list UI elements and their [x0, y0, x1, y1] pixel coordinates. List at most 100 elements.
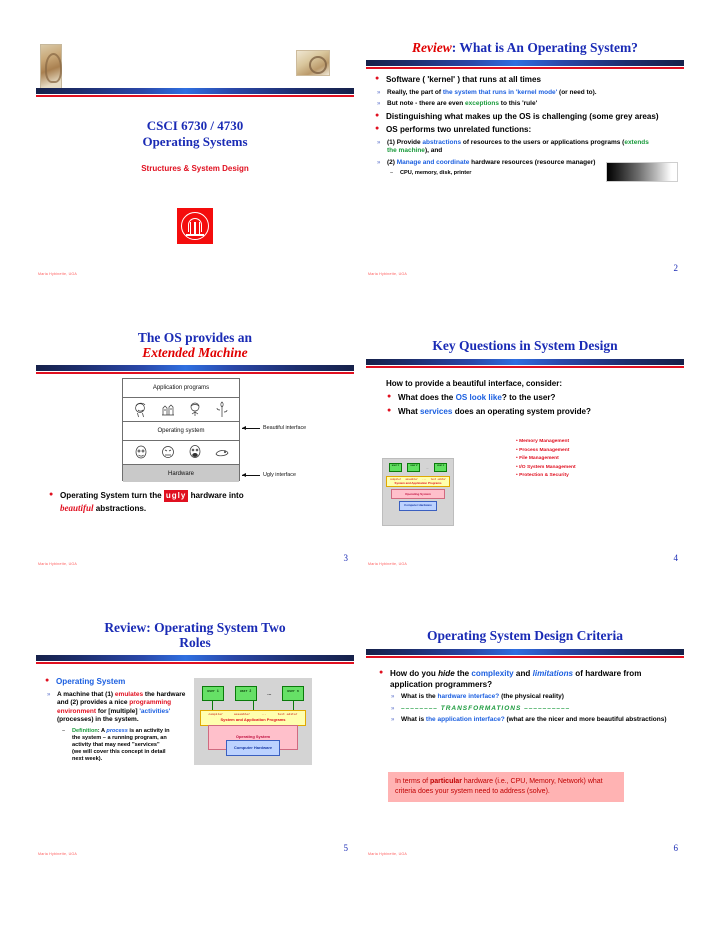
slide-page-number: 6: [673, 843, 679, 853]
tool-label: compiler: [208, 713, 223, 716]
title-line-2: Extended Machine: [142, 345, 248, 360]
bullet-two-functions: OS performs two unrelated functions:: [374, 124, 678, 136]
decorative-photo-left-icon: [40, 44, 62, 90]
slide-3-title: The OS provides an Extended Machine: [30, 330, 360, 360]
slide-2-body: Software ( 'kernel' ) that runs at all t…: [360, 66, 690, 177]
grey-area-gradient-icon: [606, 162, 678, 182]
sketch-ugly-creature-icon: [215, 450, 228, 457]
sketch-face-icon: [134, 402, 145, 418]
annotation-ugly-interface: Ugly interface: [242, 472, 296, 478]
user-box: user n: [434, 463, 448, 472]
title-line-2: Roles: [179, 635, 211, 650]
slide-footer-credit: Maria Hybinette, UGA: [368, 852, 407, 856]
course-code: CSCI 6730 / 4730: [146, 118, 244, 133]
bottom-mid-text: hardware into: [188, 491, 244, 500]
sketch-ugly-face-2-icon: [161, 446, 174, 458]
annotation-beautiful-interface: Beautiful interface: [242, 425, 306, 431]
course-name: Operating Systems: [142, 134, 248, 149]
slide-page-number: 5: [343, 843, 349, 853]
slide-footer-credit: Maria Hybinette, UGA: [38, 272, 77, 276]
computer-hardware-box: Computer Hardware: [399, 501, 437, 511]
slide-footer-credit: Maria Hybinette, UGA: [368, 272, 407, 276]
slide-6-design-criteria: Operating System Design Criteria How do …: [360, 620, 690, 860]
slide-2-title: Review: What is An Operating System?: [360, 40, 690, 55]
uga-arch-logo-icon: [177, 208, 213, 244]
title-line-1: Review: Operating System Two: [104, 620, 286, 635]
slide-1-course-title: CSCI 6730 / 4730 Operating Systems: [30, 118, 360, 150]
programs-label: System and Application Programs: [220, 717, 286, 722]
title-review-word: Review: [412, 40, 452, 55]
sketch-ugly-face-1-icon: [135, 445, 146, 459]
bullet-application-interface: What is the application interface? (what…: [388, 716, 676, 725]
ellipsis-label: ...: [267, 690, 272, 697]
tool-label: text editor: [277, 713, 298, 716]
tool-label: ...: [261, 713, 267, 716]
ugly-sketches-row: [123, 441, 239, 465]
bullet-provide-abstractions: (1) Provide abstractions of resources to…: [374, 139, 678, 156]
slide-divider-bar: [366, 359, 684, 368]
bottom-tail-text: abstractions.: [93, 504, 147, 513]
slide-divider-bar: [36, 88, 354, 97]
heading-operating-system: Operating System: [44, 676, 190, 688]
slide-4-title: Key Questions in System Design: [432, 338, 618, 353]
slide-divider-bar: [366, 60, 684, 69]
slide-2-review-what-is-os: Review: What is An Operating System? Sof…: [360, 40, 690, 280]
bottom-lead-text: Operating System turn the: [60, 491, 164, 500]
slide-footer-credit: Maria Hybinette, UGA: [38, 562, 77, 566]
user-box: user n: [282, 686, 304, 701]
service-item: Memory Management: [516, 438, 576, 447]
tools-row: compiler assembler ... text editor: [203, 713, 303, 716]
callout-bold: particular: [430, 778, 462, 785]
layer-application-programs: Application programs: [123, 379, 239, 398]
slide-5-two-roles: Review: Operating System Two Roles Opera…: [30, 620, 360, 860]
bullet-exceptions: But note - there are even exceptions to …: [374, 100, 678, 109]
slide-5-title: Review: Operating System Two Roles: [30, 620, 360, 650]
slide-footer-credit: Maria Hybinette, UGA: [368, 562, 407, 566]
slide-1-title: CSCI 6730 / 4730 Operating Systems Struc…: [30, 40, 360, 280]
system-application-programs-box: compiler assembler ... text editor Syste…: [200, 710, 306, 726]
user-box: user 1: [202, 686, 224, 701]
slide-6-body: How do you hide the complexity and limit…: [360, 655, 690, 725]
user-box: user 1: [388, 463, 402, 472]
diagram-users-row: user 1 user 2 ... user n: [383, 459, 453, 472]
bullet-hide-complexity: How do you hide the complexity and limit…: [378, 668, 676, 690]
ugly-word: ugly: [163, 490, 189, 502]
computer-hardware-box: Computer Hardware: [226, 740, 280, 756]
slide-divider-bar: [36, 365, 354, 374]
ellipsis-label: ...: [426, 465, 429, 470]
slide-divider-bar: [36, 655, 354, 664]
services-list: Memory Management Process Management Fil…: [516, 438, 576, 481]
service-item: I/O System Management: [516, 464, 576, 473]
slide-6-title: Operating System Design Criteria: [426, 628, 624, 643]
user-box: user 2: [407, 463, 421, 472]
callout-text: In terms of particular hardware (i.e., C…: [395, 777, 617, 797]
operating-system-box: Operating System: [391, 489, 445, 499]
slide-page-number: 2: [673, 263, 679, 273]
decorative-photo-right-icon: [296, 50, 330, 76]
slide-divider-bar: [366, 649, 684, 658]
title-rest: : What is An Operating System?: [451, 40, 638, 55]
sketch-ugly-face-3-icon: [189, 445, 200, 458]
slide-3-extended-machine: The OS provides an Extended Machine Appl…: [30, 330, 360, 570]
os-layers-diagram: user 1 user 2 ... user n compiler assemb…: [194, 678, 312, 765]
sketch-tree-icon: [190, 402, 199, 416]
slide-page-number: 4: [673, 553, 679, 563]
slide-4-body: How to provide a beautiful interface, co…: [360, 365, 690, 417]
bullet-transformations: –––––––– TRANSFORMATIONS ––––––––––: [388, 705, 676, 714]
bullet-distinguishing: Distinguishing what makes up the OS is c…: [374, 111, 678, 123]
slide-5-body: Operating System A machine that (1) emul…: [30, 661, 190, 763]
layer-operating-system: Operating system: [123, 422, 239, 441]
sketch-flower-icon: [216, 401, 227, 417]
system-application-programs-box: compiler assembler ... text editor Syste…: [386, 476, 450, 487]
programs-label: System and Application Programs: [394, 481, 442, 485]
callout-pre: In terms of: [395, 778, 431, 785]
slide-4-intro: How to provide a beautiful interface, co…: [386, 379, 563, 388]
sketch-castle-icon: [161, 404, 174, 416]
extended-machine-diagram: Application programs Operating system Ha…: [122, 378, 240, 482]
bullet-os-turns-ugly-into-beautiful: Operating System turn the ugly hardware …: [48, 489, 348, 515]
bullet-hardware-interface: What is the hardware interface? (the phy…: [388, 693, 676, 702]
service-item: Process Management: [516, 447, 576, 456]
slide-1-subtitle: Structures & System Design: [141, 164, 249, 173]
bullet-os-services: What services does an operating system p…: [386, 406, 678, 418]
slide-handout-page: CSCI 6730 / 4730 Operating Systems Struc…: [0, 0, 720, 932]
